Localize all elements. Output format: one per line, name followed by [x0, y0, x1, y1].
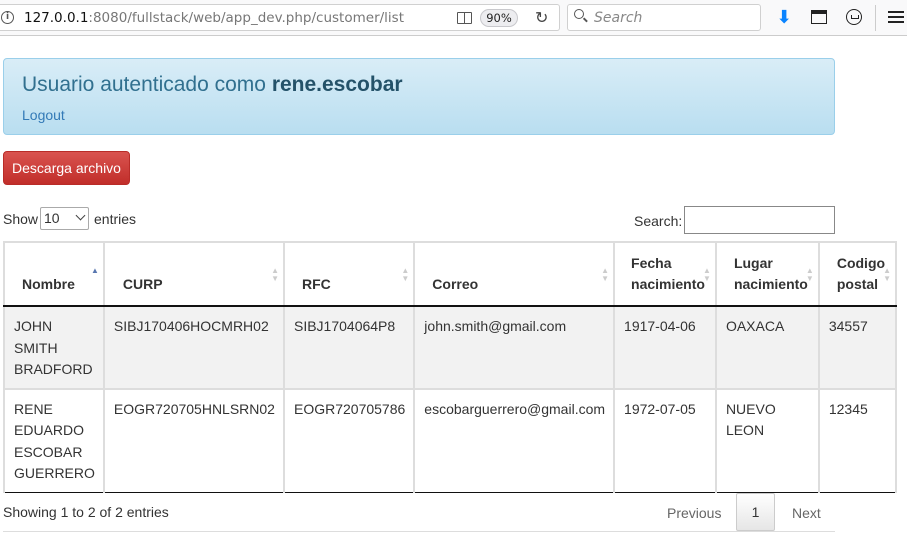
column-header-nombre[interactable]: Nombre ▲ — [3, 241, 105, 307]
browser-search-placeholder: Search — [594, 10, 643, 26]
sort-ascending-icon: ▲ — [90, 266, 99, 275]
auth-alert: Usuario autenticado como rene.escobar Lo… — [3, 58, 835, 135]
entries-per-page-value: 10 — [44, 210, 60, 226]
column-header-lugar-nacimiento[interactable]: Lugar nacimiento ▲ ▼ — [714, 241, 820, 307]
chevron-down-icon — [75, 210, 86, 221]
cell-fecha-nacimiento: 1917-04-06 — [613, 305, 717, 390]
sort-both-icon: ▲ ▼ — [401, 266, 410, 283]
cell-curp: EOGR720705HNLSRN02 — [102, 387, 285, 493]
column-header-label: Nombre — [22, 276, 75, 292]
table-search-label: Search: — [634, 213, 683, 229]
auth-prefix: Usuario autenticado como — [22, 73, 272, 96]
zoom-level-badge[interactable]: 90% — [480, 9, 518, 27]
show-label: Show — [3, 211, 39, 227]
table-row: RENE EDUARDO ESCOBAR GUERRERO EOGR720705… — [3, 387, 898, 493]
browser-search-input[interactable]: Search — [567, 4, 761, 31]
column-header-fecha-nacimiento[interactable]: Fecha nacimiento ▲ ▼ — [613, 241, 717, 307]
column-header-label: Codigo postal — [836, 255, 886, 292]
pocket-icon[interactable] — [844, 7, 864, 27]
cell-correo: john.smith@gmail.com — [413, 305, 616, 390]
sort-both-icon: ▲ ▼ — [883, 266, 892, 283]
auth-message: Usuario autenticado como rene.escobar — [22, 73, 403, 97]
library-icon[interactable] — [809, 7, 829, 27]
reader-view-icon[interactable] — [457, 12, 472, 24]
column-header-label: Correo — [432, 276, 479, 292]
table-search-input[interactable] — [684, 206, 835, 234]
cell-nombre: JOHN SMITH BRADFORD — [3, 305, 105, 390]
sort-both-icon: ▲ ▼ — [271, 266, 279, 283]
cell-codigo-postal: 12345 — [817, 387, 898, 493]
entries-per-page-select[interactable]: 10 — [40, 207, 89, 230]
entries-label: entries — [94, 211, 137, 227]
url-text[interactable]: 127.0.0.1:8080/fullstack/web/app_dev.php… — [24, 10, 404, 26]
column-header-codigo-postal[interactable]: Codigo postal ▲ ▼ — [817, 241, 898, 307]
table-info: Showing 1 to 2 of 2 entries — [3, 504, 169, 520]
sort-both-icon: ▲ ▼ — [601, 266, 610, 283]
column-header-rfc[interactable]: RFC ▲ ▼ — [282, 241, 416, 307]
column-header-label: CURP — [122, 276, 163, 292]
reload-icon[interactable]: ↻ — [535, 8, 548, 27]
info-icon[interactable]: i — [1, 11, 14, 24]
download-file-button[interactable]: Descarga archivo — [3, 151, 130, 185]
auth-username: rene.escobar — [271, 73, 403, 96]
table-row: JOHN SMITH BRADFORD SIBJ170406HOCMRH02 S… — [3, 305, 898, 390]
sort-both-icon: ▲ ▼ — [703, 266, 711, 283]
cell-nombre: RENE EDUARDO ESCOBAR GUERRERO — [3, 387, 105, 493]
url-host: 127.0.0.1 — [24, 10, 89, 26]
pagination-page-1[interactable]: 1 — [736, 493, 775, 531]
browser-toolbar: i 127.0.0.1:8080/fullstack/web/app_dev.p… — [0, 0, 907, 36]
sort-both-icon: ▲ ▼ — [805, 266, 814, 283]
column-header-label: Fecha nacimiento — [631, 255, 705, 292]
customer-table: Nombre ▲ CURP ▲ ▼ RFC ▲ ▼ Correo ▲ ▼ Fecha naci… — [3, 241, 898, 493]
hamburger-menu-icon[interactable] — [886, 7, 906, 27]
download-arrow-icon[interactable]: ⬇ — [774, 7, 794, 28]
table-header-row: Nombre ▲ CURP ▲ ▼ RFC ▲ ▼ Correo ▲ ▼ Fecha naci… — [3, 241, 898, 307]
cell-codigo-postal: 34557 — [817, 305, 898, 390]
cell-fecha-nacimiento: 1972-07-05 — [613, 387, 717, 493]
address-bar[interactable]: i 127.0.0.1:8080/fullstack/web/app_dev.p… — [0, 4, 560, 31]
pagination-previous[interactable]: Previous — [667, 505, 721, 521]
cell-correo: escobarguerrero@gmail.com — [413, 387, 616, 493]
cell-lugar-nacimiento: NUEVO LEON — [714, 387, 820, 493]
cell-rfc: EOGR720705786 — [282, 387, 416, 493]
column-header-label: RFC — [301, 276, 331, 292]
logout-link[interactable]: Logout — [22, 107, 65, 123]
url-path: :8080/fullstack/web/app_dev.php/customer… — [88, 10, 404, 26]
cell-rfc: SIBJ1704064P8 — [282, 305, 416, 390]
column-header-curp[interactable]: CURP ▲ ▼ — [102, 241, 285, 307]
cell-curp: SIBJ170406HOCMRH02 — [102, 305, 285, 390]
toolbar-separator — [875, 5, 876, 31]
pagination-next[interactable]: Next — [792, 505, 821, 521]
column-header-correo[interactable]: Correo ▲ ▼ — [413, 241, 616, 307]
divider — [3, 531, 835, 532]
column-header-label: Lugar nacimiento — [733, 255, 808, 292]
cell-lugar-nacimiento: OAXACA — [714, 305, 820, 390]
search-icon — [574, 9, 584, 19]
